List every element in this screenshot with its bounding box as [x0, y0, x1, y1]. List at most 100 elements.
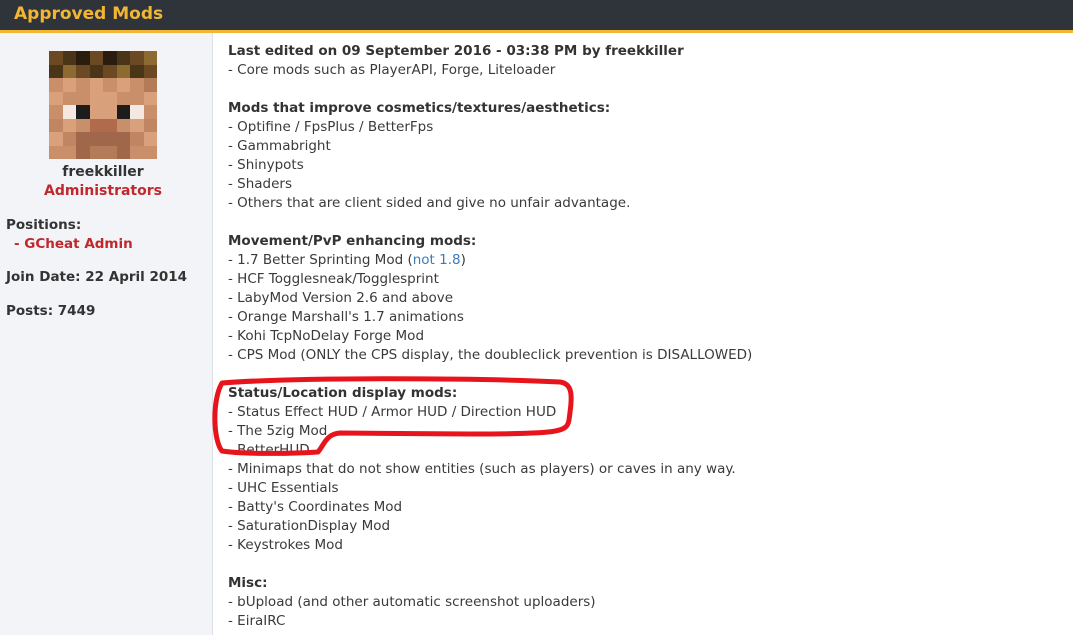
- list-item: - Gammabright: [228, 138, 331, 154]
- avatar-pixel: [89, 132, 103, 146]
- edit-notice: Last edited on 09 September 2016 - 03:38…: [228, 43, 684, 59]
- avatar-pixel: [76, 78, 90, 92]
- avatar-pixel: [130, 91, 144, 105]
- avatar-pixel: [116, 145, 130, 159]
- list-item: - bUpload (and other automatic screensho…: [228, 594, 596, 610]
- avatar-pixel: [49, 132, 63, 146]
- avatar-pixel: [89, 145, 103, 159]
- avatar-pixel: [103, 105, 117, 119]
- forum-header-bar: Approved Mods: [0, 0, 1073, 33]
- avatar-pixel: [49, 145, 63, 159]
- avatar-pixel: [143, 118, 157, 132]
- avatar-pixel: [49, 51, 63, 65]
- section-heading-movement: Movement/PvP enhancing mods:: [228, 233, 477, 249]
- avatar-pixel: [130, 145, 144, 159]
- list-item: - BetterHUD: [228, 442, 310, 458]
- avatar-pixel: [49, 91, 63, 105]
- post-count: Posts: 7449: [6, 303, 96, 319]
- avatar-pixel: [130, 64, 144, 78]
- avatar-pixel: [103, 132, 117, 146]
- avatar-pixel: [76, 145, 90, 159]
- list-item: - HCF Togglesneak/Togglesprint: [228, 271, 439, 287]
- positions-value: - GCheat Admin: [14, 236, 133, 252]
- list-item: - Kohi TcpNoDelay Forge Mod: [228, 328, 425, 344]
- list-item: - Orange Marshall's 1.7 animations: [228, 309, 464, 325]
- section-heading-cosmetics: Mods that improve cosmetics/textures/aes…: [228, 100, 611, 116]
- list-item: - Status Effect HUD / Armor HUD / Direct…: [228, 404, 557, 420]
- avatar-pixel: [103, 91, 117, 105]
- list-item: - Optifine / FpsPlus / BetterFps: [228, 119, 434, 135]
- avatar-pixel: [143, 91, 157, 105]
- avatar-pixel: [89, 105, 103, 119]
- list-item: - Keystrokes Mod: [228, 537, 343, 553]
- avatar-pixel: [89, 118, 103, 132]
- avatar-pixel: [103, 64, 117, 78]
- avatar-pixel: [76, 118, 90, 132]
- positions-label: Positions:: [6, 217, 82, 233]
- page-title: Approved Mods: [14, 4, 164, 24]
- avatar-pixel: [116, 64, 130, 78]
- avatar-pixel: [103, 78, 117, 92]
- list-item: - EiraIRC: [228, 613, 286, 629]
- list-item-text: ): [460, 252, 466, 268]
- avatar-pixel: [130, 78, 144, 92]
- author-username[interactable]: freekkiller: [0, 164, 206, 180]
- avatar-pixel: [143, 78, 157, 92]
- avatar-pixel: [62, 105, 76, 119]
- list-item: - Core mods such as PlayerAPI, Forge, Li…: [228, 62, 556, 78]
- avatar-pixel: [143, 145, 157, 159]
- avatar-pixel: [130, 51, 144, 65]
- avatar-pixel: [143, 51, 157, 65]
- avatar-pixel: [103, 118, 117, 132]
- section-heading-misc: Misc:: [228, 575, 268, 591]
- version-link[interactable]: not 1.8: [413, 252, 461, 268]
- avatar-pixel: [62, 132, 76, 146]
- list-item: - CPS Mod (ONLY the CPS display, the dou…: [228, 347, 753, 363]
- list-item: - Others that are client sided and give …: [228, 195, 631, 211]
- list-item: - Shinypots: [228, 157, 304, 173]
- avatar-pixel: [116, 132, 130, 146]
- avatar-pixel: [116, 78, 130, 92]
- avatar-pixel: [76, 132, 90, 146]
- avatar-pixel: [76, 91, 90, 105]
- avatar-pixel: [89, 91, 103, 105]
- list-item: - SaturationDisplay Mod: [228, 518, 391, 534]
- list-item: - The 5zig Mod: [228, 423, 328, 439]
- avatar-pixel: [49, 118, 63, 132]
- avatar-pixel: [130, 105, 144, 119]
- avatar-pixel: [62, 51, 76, 65]
- avatar-pixel: [49, 78, 63, 92]
- avatar-pixel: [116, 51, 130, 65]
- avatar-pixel: [76, 64, 90, 78]
- avatar-pixel: [143, 132, 157, 146]
- avatar-pixel: [62, 145, 76, 159]
- section-heading-status: Status/Location display mods:: [228, 385, 458, 401]
- avatar-pixel: [89, 78, 103, 92]
- avatar-pixel: [62, 78, 76, 92]
- avatar-pixel: [62, 64, 76, 78]
- avatar-pixel: [62, 91, 76, 105]
- author-usergroup: Administrators: [44, 183, 162, 199]
- avatar-pixel: [143, 105, 157, 119]
- avatar-pixel: [49, 105, 63, 119]
- list-item: - Batty's Coordinates Mod: [228, 499, 403, 515]
- author-sidebar: freekkiller Administrators Positions: - …: [0, 33, 213, 635]
- avatar-pixel: [103, 51, 117, 65]
- avatar-pixel: [76, 105, 90, 119]
- list-item: - 1.7 Better Sprinting Mod (not 1.8): [228, 251, 1068, 270]
- list-item: - LabyMod Version 2.6 and above: [228, 290, 454, 306]
- list-item: - UHC Essentials: [228, 480, 339, 496]
- avatar[interactable]: [49, 51, 157, 159]
- avatar-pixel: [116, 91, 130, 105]
- avatar-pixel: [103, 145, 117, 159]
- avatar-pixel: [130, 132, 144, 146]
- avatar-pixel: [76, 51, 90, 65]
- avatar-pixel: [143, 64, 157, 78]
- avatar-pixel: [49, 64, 63, 78]
- join-date: Join Date: 22 April 2014: [6, 269, 188, 285]
- avatar-pixel: [89, 51, 103, 65]
- list-item: - Minimaps that do not show entities (su…: [228, 461, 736, 477]
- avatar-pixel: [116, 105, 130, 119]
- avatar-pixel: [62, 118, 76, 132]
- post-body: Last edited on 09 September 2016 - 03:38…: [228, 42, 1068, 631]
